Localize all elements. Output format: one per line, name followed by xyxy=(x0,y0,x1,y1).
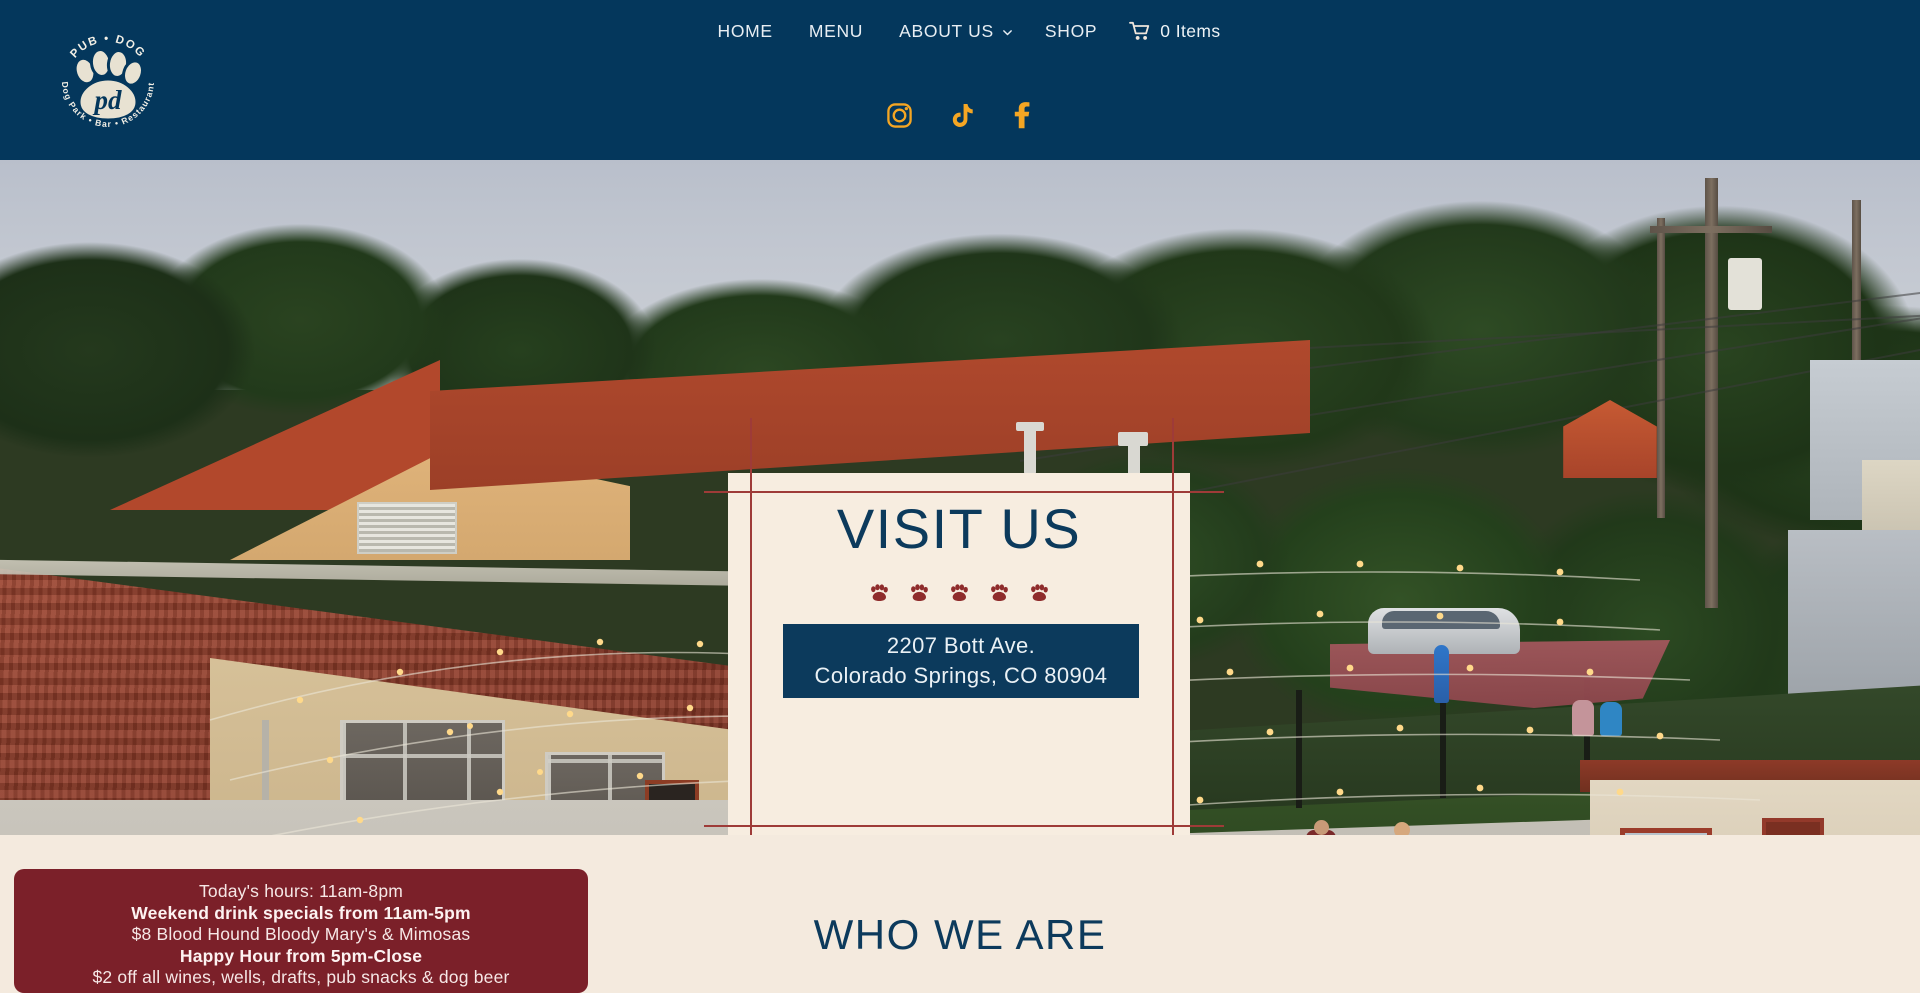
card-frame-line-right xyxy=(1172,418,1174,835)
shed-door xyxy=(1762,818,1824,835)
social-links xyxy=(0,98,1920,132)
visit-us-title: VISIT US xyxy=(836,497,1082,560)
instagram-icon[interactable] xyxy=(882,98,916,132)
shopping-cart-icon xyxy=(1129,21,1150,40)
site-header: pd PUB • DOG Dog Park • Bar • Restaurant… xyxy=(0,0,1920,160)
page-root: pd PUB • DOG Dog Park • Bar • Restaurant… xyxy=(0,0,1920,993)
card-frame-line-bottom xyxy=(704,825,1224,827)
utility-pole-2 xyxy=(1657,218,1665,518)
roof-vent-cap-1 xyxy=(1016,422,1044,431)
below-fold-section: Today's hours: 11am-8pm Weekend drink sp… xyxy=(0,835,1920,993)
shed-window xyxy=(1620,828,1712,835)
card-frame-line-top xyxy=(704,491,1224,493)
nav-label-shop: SHOP xyxy=(1044,21,1098,41)
roof-vent-pipe-1 xyxy=(1024,428,1036,474)
paw-print-icon xyxy=(951,584,968,601)
visit-us-card: VISIT US 2207 Bott Ave. Colorado Springs… xyxy=(704,418,1224,835)
nav-item-menu[interactable]: MENU xyxy=(791,18,881,44)
facebook-icon[interactable] xyxy=(1004,98,1038,132)
nav-item-about-us[interactable]: ABOUT US xyxy=(881,18,1027,44)
nav-item-shop[interactable]: SHOP xyxy=(1027,18,1115,44)
chevron-down-icon xyxy=(1002,29,1012,35)
fence-post-1 xyxy=(1296,690,1302,808)
paw-print-icon xyxy=(1031,584,1048,601)
tiktok-icon[interactable] xyxy=(943,98,977,132)
standing-person-3 xyxy=(1572,700,1594,736)
hours-line: $2 off all wines, wells, drafts, pub sna… xyxy=(92,967,510,987)
transformer-box xyxy=(1728,258,1762,310)
nav-item-home[interactable]: HOME xyxy=(700,18,791,44)
gable-vent xyxy=(357,502,457,554)
address-line-2: Colorado Springs, CO 80904 xyxy=(814,663,1108,688)
nav-label-about-us: ABOUT US xyxy=(899,21,994,41)
card-frame-line-left xyxy=(750,418,752,835)
seated-person-1-head xyxy=(1314,820,1329,835)
cart-button[interactable]: 0 Items xyxy=(1115,21,1220,42)
utility-pole-1 xyxy=(1705,178,1718,608)
closed-patio-umbrella-4 xyxy=(1434,645,1449,703)
nav-label-menu: MENU xyxy=(808,21,864,41)
hero-section: VISIT US 2207 Bott Ave. Colorado Springs… xyxy=(0,160,1920,835)
address-button[interactable]: 2207 Bott Ave. Colorado Springs, CO 8090… xyxy=(783,624,1139,698)
cart-item-count: 0 Items xyxy=(1160,20,1221,41)
utility-pole-crossarm xyxy=(1650,226,1772,233)
roof-vent-cap-2 xyxy=(1118,432,1148,446)
paw-divider xyxy=(728,583,1190,603)
shed-building xyxy=(1590,780,1920,835)
main-navigation: HOME MENU ABOUT US SHOP 0 Items xyxy=(0,18,1920,44)
nav-label-home: HOME xyxy=(717,21,773,41)
who-we-are-heading: WHO WE ARE xyxy=(813,911,1107,958)
standing-person-4 xyxy=(1600,702,1622,736)
address-line-1: 2207 Bott Ave. xyxy=(886,633,1036,658)
hours-line: Today's hours: 11am-8pm xyxy=(198,881,404,901)
paw-print-icon xyxy=(911,584,928,601)
parked-car-window xyxy=(1382,611,1500,629)
seated-person-2-head xyxy=(1394,822,1410,835)
paw-print-icon xyxy=(871,584,888,601)
paw-print-icon xyxy=(991,584,1008,601)
